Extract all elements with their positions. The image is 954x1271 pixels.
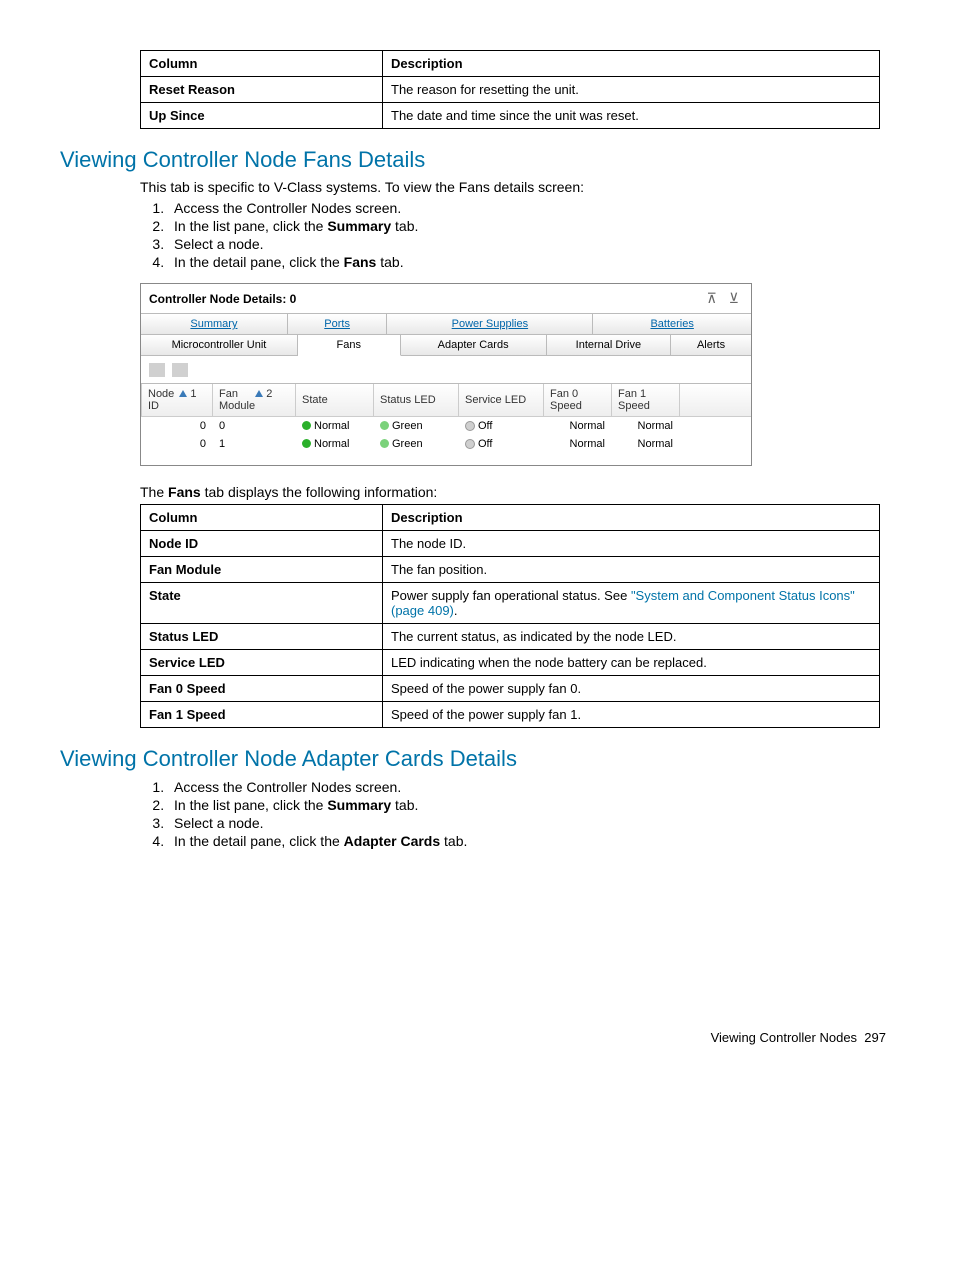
grid-row[interactable]: 0 0 Normal Green Off Normal Normal	[142, 416, 751, 435]
ss-expand-icons[interactable]: ⊼ ⊻	[707, 290, 743, 307]
table-row: Reset Reason The reason for resetting th…	[141, 77, 880, 103]
step: Access the Controller Nodes screen.	[168, 199, 894, 217]
ss-header: Controller Node Details: 0 ⊼ ⊻	[141, 284, 751, 314]
page-footer: Viewing Controller Nodes 297	[60, 1030, 894, 1045]
step: In the detail pane, click the Adapter Ca…	[168, 832, 894, 850]
toolbar-icon[interactable]	[172, 363, 188, 377]
intro-fans: This tab is specific to V-Class systems.…	[140, 179, 894, 195]
table-row: Fan 0 SpeedSpeed of the power supply fan…	[141, 675, 880, 701]
state-icon	[302, 421, 311, 430]
col-state[interactable]: State	[296, 384, 374, 417]
ss-toolbar	[141, 356, 751, 384]
th: Description	[383, 504, 880, 530]
col-fan0-speed[interactable]: Fan 0Speed	[544, 384, 612, 417]
table-row: Up Since The date and time since the uni…	[141, 103, 880, 129]
th: Column	[141, 504, 383, 530]
col-node-id[interactable]: Node 1ID	[142, 384, 213, 417]
steps-fans: Access the Controller Nodes screen. In t…	[140, 199, 894, 271]
steps-adapter-cards: Access the Controller Nodes screen. In t…	[140, 778, 894, 850]
tab-batteries[interactable]: Batteries	[593, 314, 751, 334]
tab-summary[interactable]: Summary	[141, 314, 288, 334]
ss-title: Controller Node Details: 0	[149, 292, 296, 306]
table-row: Node IDThe node ID.	[141, 530, 880, 556]
col-service-led[interactable]: Service LED	[459, 384, 544, 417]
col-spacer	[680, 384, 751, 417]
led-icon	[380, 421, 389, 430]
grid-row[interactable]: 0 1 Normal Green Off Normal Normal	[142, 435, 751, 453]
toolbar-icon[interactable]	[149, 363, 165, 377]
tab-internal-drive[interactable]: Internal Drive	[547, 335, 671, 355]
ss-tabs-row1: Summary Ports Power Supplies Batteries	[141, 314, 751, 335]
fans-screenshot: Controller Node Details: 0 ⊼ ⊻ Summary P…	[140, 283, 752, 466]
ss-tabs-row2: Microcontroller Unit Fans Adapter Cards …	[141, 335, 751, 356]
tab-alerts[interactable]: Alerts	[671, 335, 751, 355]
col-status-led[interactable]: Status LED	[374, 384, 459, 417]
step: Select a node.	[168, 814, 894, 832]
state-icon	[302, 439, 311, 448]
led-icon	[465, 439, 475, 449]
step: In the list pane, click the Summary tab.	[168, 796, 894, 814]
th: Column	[141, 51, 383, 77]
tab-adapter-cards[interactable]: Adapter Cards	[401, 335, 547, 355]
step: Access the Controller Nodes screen.	[168, 778, 894, 796]
step: In the detail pane, click the Fans tab.	[168, 253, 894, 271]
table-row: Service LEDLED indicating when the node …	[141, 649, 880, 675]
table-row: Fan ModuleThe fan position.	[141, 556, 880, 582]
fans-grid: Node 1ID Fan 2Module State Status LED Se…	[141, 384, 751, 465]
step: Select a node.	[168, 235, 894, 253]
table-column-desc-2: Column Description Node IDThe node ID. F…	[140, 504, 880, 728]
tab-mcu[interactable]: Microcontroller Unit	[141, 335, 298, 355]
table-row: StatePower supply fan operational status…	[141, 582, 880, 623]
sort-icon	[179, 390, 187, 397]
sort-icon	[255, 390, 263, 397]
tab-fans[interactable]: Fans	[298, 335, 401, 356]
col-fan-module[interactable]: Fan 2Module	[213, 384, 296, 417]
heading-fans: Viewing Controller Node Fans Details	[60, 147, 894, 173]
fans-tab-explains: The Fans tab displays the following info…	[140, 484, 894, 500]
th: Description	[383, 51, 880, 77]
step: In the list pane, click the Summary tab.	[168, 217, 894, 235]
heading-adapter-cards: Viewing Controller Node Adapter Cards De…	[60, 746, 894, 772]
table-column-desc-1: Column Description Reset Reason The reas…	[140, 50, 880, 129]
tab-power-supplies[interactable]: Power Supplies	[387, 314, 593, 334]
tab-ports[interactable]: Ports	[288, 314, 388, 334]
led-icon	[380, 439, 389, 448]
table-row: Fan 1 SpeedSpeed of the power supply fan…	[141, 701, 880, 727]
col-fan1-speed[interactable]: Fan 1Speed	[612, 384, 680, 417]
led-icon	[465, 421, 475, 431]
table-row: Status LEDThe current status, as indicat…	[141, 623, 880, 649]
